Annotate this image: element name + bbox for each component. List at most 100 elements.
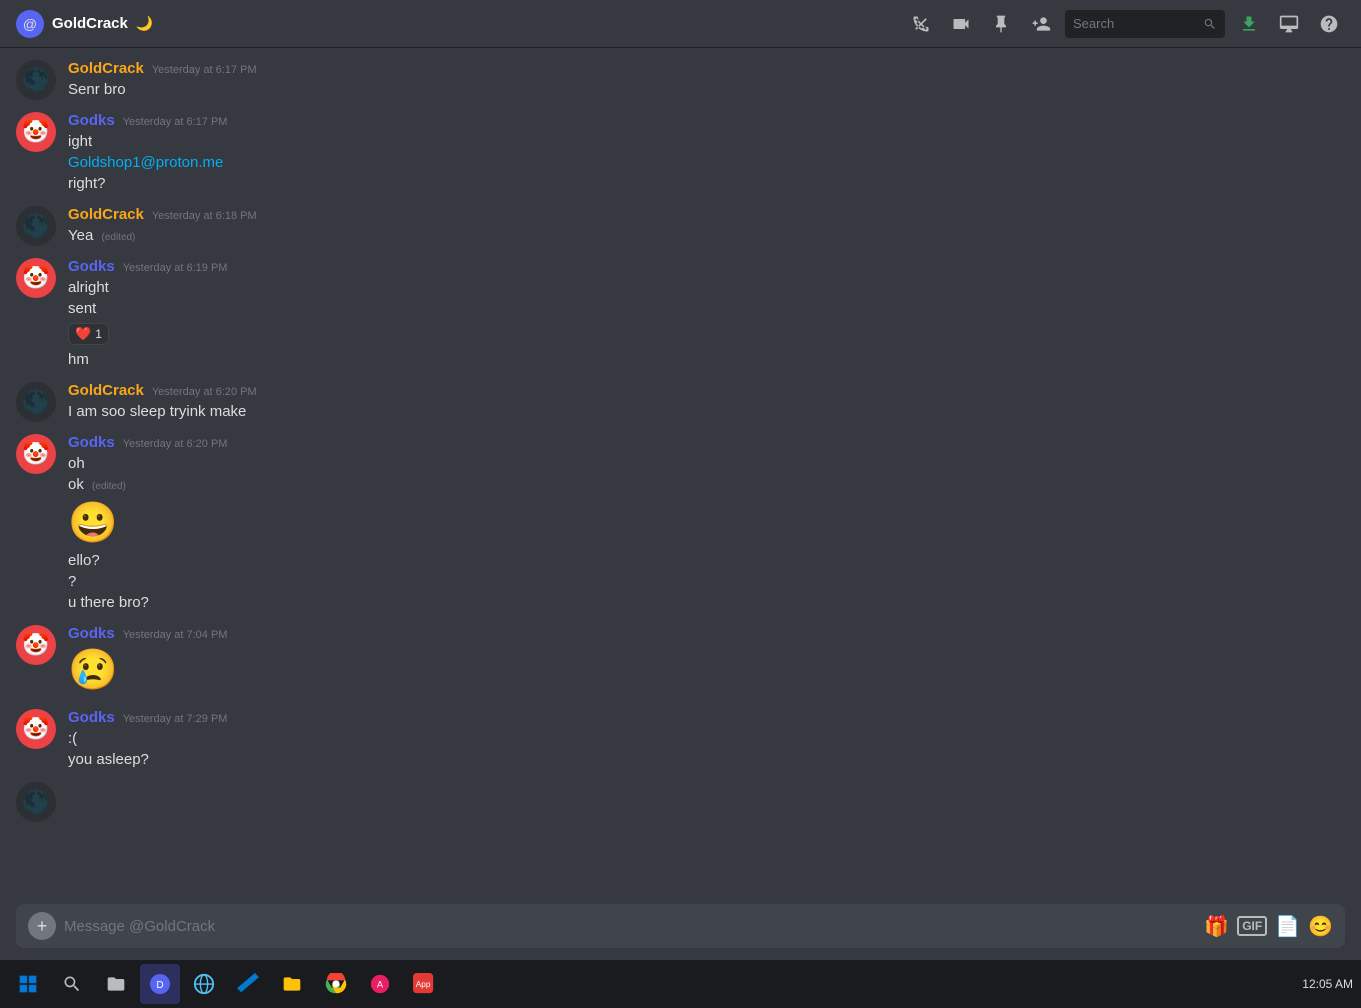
reaction-emoji: ❤️ xyxy=(75,326,91,342)
avatar: 🤡 xyxy=(16,625,56,665)
taskbar-app2[interactable]: A xyxy=(360,964,400,1004)
avatar: 🤡 xyxy=(16,112,56,152)
taskbar-browser[interactable] xyxy=(184,964,224,1004)
app-title: GoldCrack xyxy=(52,15,128,32)
message-header: GoldCrack Yesterday at 6:18 PM xyxy=(68,206,1345,223)
pin-button[interactable] xyxy=(985,8,1017,40)
message-text: sent xyxy=(68,298,1345,319)
svg-text:App: App xyxy=(416,980,431,989)
emoji-picker-icon[interactable]: 😊 xyxy=(1308,914,1333,939)
message-header: Godks Yesterday at 7:04 PM xyxy=(68,625,1345,642)
sticker-icon[interactable]: 📄 xyxy=(1275,914,1300,939)
app-logo: @ xyxy=(16,10,44,38)
edited-tag: (edited) xyxy=(92,481,126,492)
message-group: 🤡 Godks Yesterday at 6:17 PM ight Goldsh… xyxy=(16,108,1361,198)
svg-text:D: D xyxy=(156,980,163,991)
gift-icon[interactable]: 🎁 xyxy=(1204,914,1229,939)
message-body: GoldCrack Yesterday at 6:18 PM Yea (edit… xyxy=(68,206,1345,246)
avatar: 🤡 xyxy=(16,709,56,749)
gif-button[interactable]: GIF xyxy=(1237,916,1267,936)
message-body: Godks Yesterday at 6:17 PM ight Goldshop… xyxy=(68,112,1345,194)
help-button[interactable] xyxy=(1313,8,1345,40)
add-attachment-button[interactable]: + xyxy=(28,912,56,940)
top-bar-left: @ GoldCrack 🌙 xyxy=(16,10,893,38)
timestamp: Yesterday at 7:29 PM xyxy=(123,713,228,725)
message-input-box: + 🎁 GIF 📄 😊 xyxy=(16,904,1345,948)
logo-icon: @ xyxy=(23,16,37,32)
message-text: I am soo sleep tryink make xyxy=(68,401,1345,422)
message-text: u there bro? xyxy=(68,592,1345,613)
emoji-large: 😀 xyxy=(68,499,1345,546)
message-header: Godks Yesterday at 6:19 PM xyxy=(68,258,1345,275)
message-text: oh xyxy=(68,453,1345,474)
emoji-large: 😢 xyxy=(68,646,1345,693)
message-text: right? xyxy=(68,173,1345,194)
message-body: Godks Yesterday at 7:04 PM 😢 xyxy=(68,625,1345,697)
video-button[interactable] xyxy=(945,8,977,40)
message-group: 🤡 Godks Yesterday at 7:04 PM 😢 xyxy=(16,621,1361,701)
taskbar-files2[interactable] xyxy=(272,964,312,1004)
clock-time: 12:05 AM xyxy=(1302,977,1353,991)
timestamp: Yesterday at 6:17 PM xyxy=(123,116,228,128)
svg-text:A: A xyxy=(377,980,384,990)
username[interactable]: Godks xyxy=(68,709,115,726)
message-group: 🤡 Godks Yesterday at 6:19 PM alright sen… xyxy=(16,254,1361,374)
message-body: Godks Yesterday at 7:29 PM :( you asleep… xyxy=(68,709,1345,770)
clock: 12:05 AM xyxy=(1302,977,1353,991)
reaction-button[interactable]: ❤️ 1 xyxy=(68,323,109,345)
avatar: 🤡 xyxy=(16,434,56,474)
message-text: ight xyxy=(68,131,1345,152)
message-text-link[interactable]: Goldshop1@proton.me xyxy=(68,152,1345,173)
message-text: Senr bro xyxy=(68,79,1345,100)
monitor-button[interactable] xyxy=(1273,8,1305,40)
message-text: hm xyxy=(68,349,1345,370)
username[interactable]: GoldCrack xyxy=(68,206,144,223)
message-body: Godks Yesterday at 6:19 PM alright sent … xyxy=(68,258,1345,370)
taskbar-start[interactable] xyxy=(8,964,48,1004)
avatar: 🌑 xyxy=(16,60,56,100)
username[interactable]: GoldCrack xyxy=(68,60,144,77)
messages-area[interactable]: 🌑 GoldCrack Yesterday at 6:17 PM Senr br… xyxy=(0,48,1361,904)
message-group: 🤡 Godks Yesterday at 7:29 PM :( you asle… xyxy=(16,705,1361,774)
message-header: Godks Yesterday at 6:20 PM xyxy=(68,434,1345,451)
message-body: Godks Yesterday at 6:20 PM oh ok (edited… xyxy=(68,434,1345,613)
message-input-area: + 🎁 GIF 📄 😊 xyxy=(0,904,1361,960)
username[interactable]: Godks xyxy=(68,258,115,275)
taskbar-right: 12:05 AM xyxy=(1302,977,1353,991)
timestamp: Yesterday at 6:20 PM xyxy=(123,438,228,450)
message-header: GoldCrack Yesterday at 6:20 PM xyxy=(68,382,1345,399)
message-text: alright xyxy=(68,277,1345,298)
add-friend-button[interactable] xyxy=(1025,8,1057,40)
main-content: 🌑 GoldCrack Yesterday at 6:17 PM Senr br… xyxy=(0,48,1361,960)
username[interactable]: GoldCrack xyxy=(68,382,144,399)
phone-mute-button[interactable] xyxy=(905,8,937,40)
message-input[interactable] xyxy=(64,918,1196,935)
download-button[interactable] xyxy=(1233,8,1265,40)
search-box[interactable] xyxy=(1065,10,1225,38)
message-text: you asleep? xyxy=(68,749,1345,770)
search-input[interactable] xyxy=(1073,16,1197,31)
message-group: 🌑 xyxy=(16,778,1361,826)
taskbar-app1[interactable]: D xyxy=(140,964,180,1004)
input-actions: 🎁 GIF 📄 😊 xyxy=(1204,914,1333,939)
reaction-count: 1 xyxy=(95,327,102,341)
message-group: 🌑 GoldCrack Yesterday at 6:20 PM I am so… xyxy=(16,378,1361,426)
top-bar: @ GoldCrack 🌙 xyxy=(0,0,1361,48)
taskbar-search[interactable] xyxy=(52,964,92,1004)
message-group: 🌑 GoldCrack Yesterday at 6:17 PM Senr br… xyxy=(16,56,1361,104)
timestamp: Yesterday at 6:19 PM xyxy=(123,262,228,274)
moon-icon: 🌙 xyxy=(136,15,153,32)
avatar: 🌑 xyxy=(16,782,56,822)
taskbar-vscode[interactable] xyxy=(228,964,268,1004)
avatar: 🌑 xyxy=(16,206,56,246)
taskbar: D A App 12:05 AM xyxy=(0,960,1361,1008)
taskbar-app3[interactable]: App xyxy=(404,964,444,1004)
taskbar-chrome[interactable] xyxy=(316,964,356,1004)
username[interactable]: Godks xyxy=(68,434,115,451)
taskbar-files[interactable] xyxy=(96,964,136,1004)
username[interactable]: Godks xyxy=(68,625,115,642)
username[interactable]: Godks xyxy=(68,112,115,129)
message-text: ok (edited) xyxy=(68,474,1345,495)
edited-tag: (edited) xyxy=(101,232,135,243)
message-body: GoldCrack Yesterday at 6:17 PM Senr bro xyxy=(68,60,1345,100)
